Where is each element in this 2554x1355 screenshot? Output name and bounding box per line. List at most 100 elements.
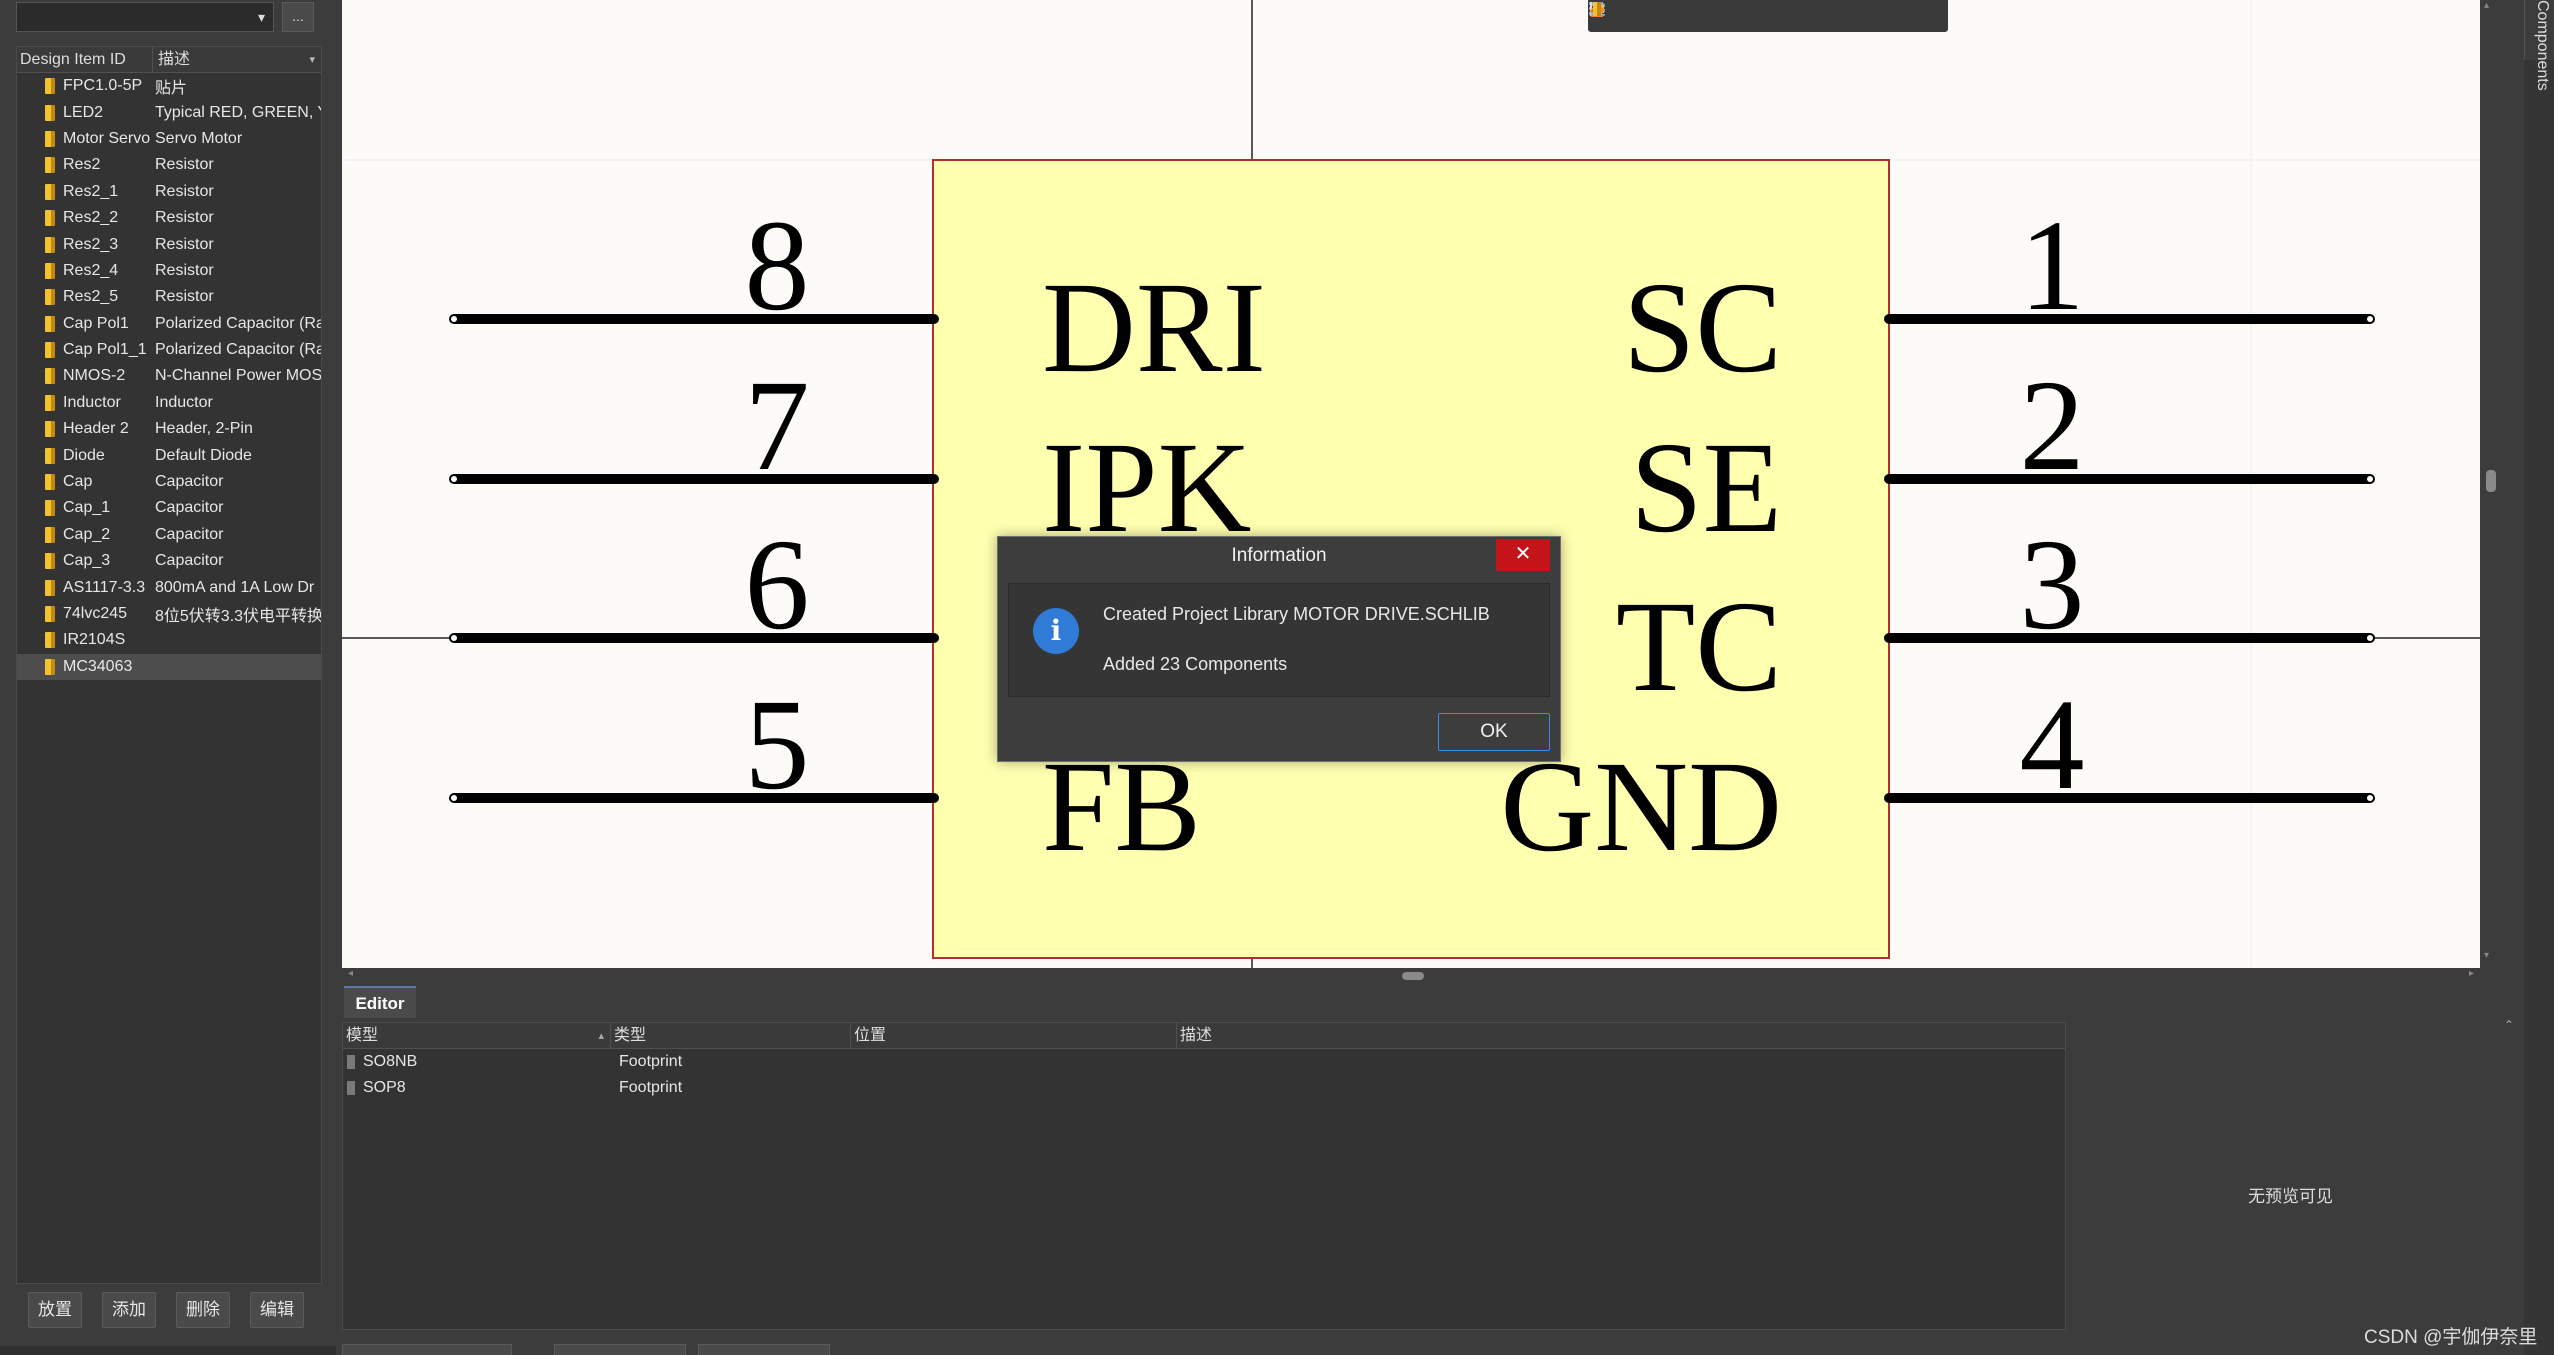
component-icon — [45, 183, 55, 200]
horizontal-scroll-thumb[interactable] — [1402, 972, 1424, 980]
model-table: 模型 ▴ 类型 位置 描述 SO8NB Footprint SOP8 Footprin… — [342, 1022, 2066, 1330]
pin-hotspot — [451, 795, 457, 801]
component-id: Cap_3 — [63, 552, 111, 570]
ok-button[interactable]: OK — [1438, 713, 1550, 751]
sort-ascending-icon: ▴ — [598, 1030, 604, 1042]
edit-button[interactable]: 编辑 — [250, 1292, 304, 1328]
component-symbol: 8DRI7IPK6VCC5FB1SC2SE3TC4GND — [342, 0, 2480, 968]
place-button[interactable]: 放置 — [28, 1292, 82, 1328]
column-description[interactable]: 描述 ▾ — [153, 47, 321, 72]
component-row[interactable]: Res2_4 Resistor — [17, 258, 321, 284]
delete-button[interactable]: 删除 — [176, 1292, 230, 1328]
component-row[interactable]: AS1117-3.3 800mA and 1A Low Dr — [17, 574, 321, 600]
component-id: NMOS-2 — [63, 367, 126, 385]
crosshair-icon[interactable] — [1590, 2, 1667, 30]
component-row[interactable]: Res2_3 Resistor — [17, 231, 321, 257]
component-row[interactable]: FPC1.0-5P 贴片 — [17, 73, 321, 99]
component-row[interactable]: MC34063 — [17, 653, 321, 680]
column-description-label: 描述 — [158, 51, 191, 68]
component-description: Resistor — [155, 182, 214, 200]
library-select[interactable]: ▾ — [16, 2, 274, 32]
component-row[interactable]: Header 2 Header, 2-Pin — [17, 416, 321, 442]
component-icon — [45, 157, 55, 174]
place-pin-icon[interactable] — [1590, 2, 1782, 30]
text-icon[interactable]: A — [1590, 0, 1897, 30]
component-row[interactable]: Res2_5 Resistor — [17, 284, 321, 310]
model-row[interactable]: SO8NB Footprint — [343, 1049, 2065, 1075]
component-row[interactable]: IR2104S — [17, 627, 321, 653]
component-description: 贴片 — [155, 80, 188, 98]
components-side-tab[interactable]: Components — [2524, 0, 2554, 91]
component-description: Resistor — [155, 156, 214, 174]
component-id: FPC1.0-5P — [63, 77, 143, 95]
component-row[interactable]: Cap Pol1_1 Polarized Capacitor (Ra — [17, 337, 321, 363]
column-position[interactable]: 位置 — [851, 1023, 1177, 1048]
eraser-icon[interactable] — [1589, 2, 1820, 30]
component-row[interactable]: Diode Default Diode — [17, 442, 321, 468]
component-icon — [45, 262, 55, 279]
scroll-down-icon[interactable]: ▾ — [2484, 950, 2489, 961]
component-description: Header, 2-Pin — [155, 420, 253, 438]
component-row[interactable]: Cap Capacitor — [17, 469, 321, 495]
component-row[interactable]: Motor Servo Servo Motor — [17, 126, 321, 152]
component-description: Default Diode — [155, 446, 252, 464]
component-description: 800mA and 1A Low Dr — [155, 578, 315, 596]
model-row[interactable]: SOP8 Footprint — [343, 1075, 2065, 1101]
line-icon[interactable] — [1590, 2, 1858, 30]
component-icon[interactable] — [1593, 2, 1935, 30]
bottom-tab[interactable] — [698, 1344, 830, 1355]
component-id: Res2 — [63, 156, 101, 174]
pin-hotspot — [2367, 316, 2373, 322]
component-row[interactable]: LED2 Typical RED, GREEN, YE — [17, 99, 321, 125]
pin-hotspot — [451, 476, 457, 482]
pin-name: SC — [1623, 256, 1782, 400]
component-id: Cap Pol1 — [63, 314, 129, 332]
vertical-scroll-thumb[interactable] — [2486, 470, 2496, 492]
component-rows: FPC1.0-5P 贴片 LED2 Typical RED, GREEN, YE Mot… — [17, 73, 321, 680]
component-row[interactable]: 74lvc245 8位5伏转3.3伏电平转换 — [17, 601, 321, 627]
panel-tabs-strip — [0, 1346, 336, 1355]
component-id: Diode — [63, 446, 105, 464]
horizontal-scrollbar[interactable]: ◂ ▸ — [342, 968, 2480, 984]
scroll-up-icon[interactable]: ▴ — [2484, 0, 2489, 11]
column-description[interactable]: 描述 — [1177, 1023, 2065, 1048]
bottom-tab[interactable] — [554, 1344, 686, 1355]
component-row[interactable]: Inductor Inductor — [17, 390, 321, 416]
scroll-right-icon[interactable]: ▸ — [2469, 968, 2474, 979]
component-description: Capacitor — [155, 473, 224, 491]
schematic-canvas[interactable]: 8DRI7IPK6VCC5FB1SC2SE3TC4GND — [342, 0, 2480, 968]
column-model[interactable]: 模型 ▴ — [343, 1023, 611, 1048]
component-row[interactable]: Cap Pol1 Polarized Capacitor (Ra — [17, 311, 321, 337]
component-row[interactable]: Cap_1 Capacitor — [17, 495, 321, 521]
close-button[interactable]: ✕ — [1496, 539, 1550, 571]
bottom-tab[interactable] — [342, 1344, 512, 1355]
component-row[interactable]: NMOS-2 N-Channel Power MOS — [17, 363, 321, 389]
model-rows: SO8NB Footprint SOP8 Footprint — [343, 1049, 2065, 1101]
right-side-panel-strip — [2524, 0, 2554, 1355]
tab-editor[interactable]: Editor — [344, 986, 416, 1018]
component-id: Cap Pol1_1 — [63, 341, 147, 359]
component-icon — [45, 104, 55, 121]
pin-hotspot — [451, 635, 457, 641]
column-design-item-id[interactable]: Design Item ID — [17, 47, 153, 72]
component-row[interactable]: Cap_2 Capacitor — [17, 522, 321, 548]
component-icon — [45, 606, 55, 622]
pin-number: 3 — [2020, 513, 2085, 657]
component-row[interactable]: Res2 Resistor — [17, 152, 321, 178]
dialog-body: i Created Project Library MOTOR DRIVE.SC… — [1008, 583, 1550, 697]
dialog-message-library: Created Project Library MOTOR DRIVE.SCHL… — [1103, 604, 1490, 624]
component-description: Capacitor — [155, 525, 224, 543]
component-row[interactable]: Cap_3 Capacitor — [17, 548, 321, 574]
add-button[interactable]: 添加 — [102, 1292, 156, 1328]
align-icon[interactable] — [1590, 2, 1744, 30]
dialog-title: Information — [1231, 545, 1327, 566]
scroll-left-icon[interactable]: ◂ — [348, 968, 353, 979]
component-description: Inductor — [155, 393, 213, 411]
browse-library-button[interactable]: ... — [282, 2, 314, 32]
collapse-icon[interactable]: ⌃ — [2504, 1018, 2514, 1032]
select-rect-icon[interactable] — [1589, 2, 1706, 30]
component-row[interactable]: Res2_1 Resistor — [17, 179, 321, 205]
column-type[interactable]: 类型 — [611, 1023, 851, 1048]
component-row[interactable]: Res2_2 Resistor — [17, 205, 321, 231]
pin-number: 4 — [2020, 673, 2085, 817]
